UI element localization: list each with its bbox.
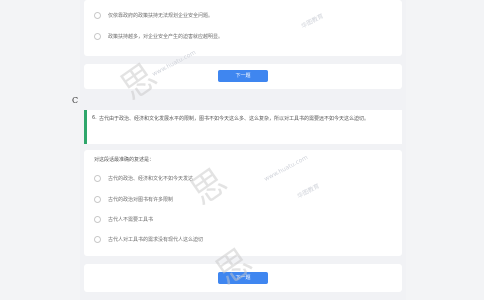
- section-letter: C: [72, 96, 79, 105]
- option-text: 古代人对工具书的需求没有现代人这么迫切: [108, 237, 204, 243]
- option-item[interactable]: 仅依靠政府的政策扶持无法规划企业安全问题。: [94, 12, 213, 19]
- answer-card: 对这段话最准确的复述是： 古代的政治、经济和文化不如今天发达 古代的政治对图书有…: [84, 150, 402, 256]
- radio-button[interactable]: [94, 216, 101, 223]
- radio-button[interactable]: [94, 12, 101, 19]
- option-item[interactable]: 古代人不需要工具书: [94, 216, 153, 223]
- radio-button[interactable]: [94, 33, 101, 40]
- option-item[interactable]: 古代人对工具书的需求没有现代人这么迫切: [94, 236, 203, 243]
- option-item[interactable]: 古代的政治、经济和文化不如今天发达: [94, 175, 193, 182]
- previous-question-card: 仅依靠政府的政策扶持无法规划企业安全问题。 政策扶持越多，对企业安全产生的迫害就…: [84, 0, 402, 56]
- option-text: 政策扶持越多，对企业安全产生的迫害就应越明显。: [108, 34, 224, 40]
- question-prompt: 对这段话最准确的复述是：: [94, 157, 155, 163]
- option-text: 古代人不需要工具书: [108, 217, 154, 223]
- radio-button[interactable]: [94, 196, 101, 203]
- radio-button[interactable]: [94, 175, 101, 182]
- question-number: 6.: [92, 115, 97, 121]
- question-stem: 6. 古代由于政治、经济和文化发展水平的限制，图书不如今天这么多、这么复杂，所以…: [84, 110, 402, 144]
- radio-button[interactable]: [94, 236, 101, 243]
- option-item[interactable]: 政策扶持越多，对企业安全产生的迫害就应越明显。: [94, 33, 223, 40]
- option-item[interactable]: 古代的政治对图书有许多限制: [94, 196, 173, 203]
- option-text: 古代的政治对图书有许多限制: [108, 197, 174, 203]
- next-question-button[interactable]: 下一题: [218, 70, 268, 82]
- question-text: 古代由于政治、经济和文化发展水平的限制，图书不如今天这么多、这么复杂，所以对工具…: [99, 116, 370, 122]
- option-text: 仅依靠政府的政策扶持无法规划企业安全问题。: [108, 13, 214, 19]
